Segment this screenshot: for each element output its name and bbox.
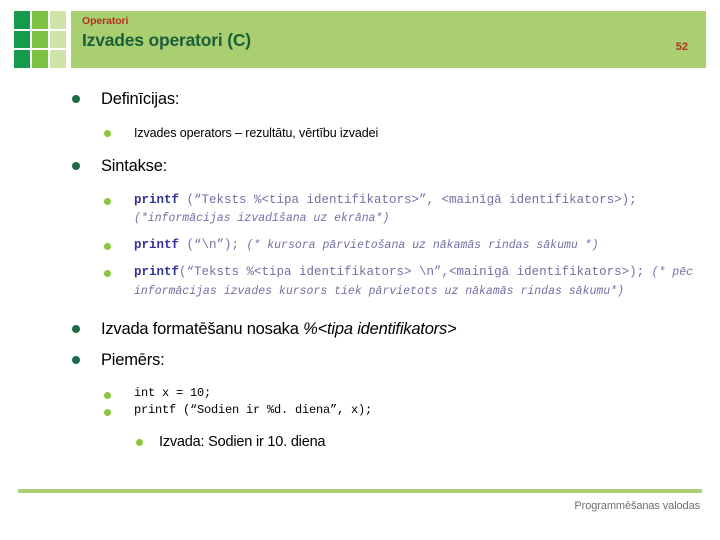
slide-number: 52 — [675, 41, 688, 53]
slide-content: Definīcijas: Izvades operators – rezultā… — [0, 88, 720, 452]
syntax-heading: Sintakse: — [101, 157, 168, 175]
output-text: Izvada: Sodien ir 10. diena — [159, 434, 326, 450]
list-item-syntax-2: printf (“\n”); (* kursora pārvietošana u… — [0, 236, 720, 255]
section-kicker: Operatori — [82, 15, 129, 27]
bullet-level2-icon — [104, 409, 111, 416]
bullet-level2-icon — [104, 130, 111, 137]
logo-cell-5 — [32, 30, 48, 49]
format-line-prefix: Izvada formatēšanu nosaka — [101, 320, 304, 338]
list-item-syntax-3: printf(“Teksts %<tipa identifikators> \n… — [0, 263, 720, 301]
bullet-level2-icon — [104, 243, 111, 250]
code-line-1: printf (“Teksts %<tipa identifikators>”,… — [134, 191, 702, 228]
example-code-1: int x = 10; — [134, 386, 212, 400]
code-comment: (*informācijas izvadīšana uz ekrāna*) — [134, 212, 390, 225]
footer-text: Programmēšanas valodas — [574, 500, 700, 512]
logo-cell-1 — [14, 11, 30, 29]
logo-cell-2 — [32, 11, 48, 29]
bullet-level3-icon — [136, 439, 143, 446]
bullet-level2-icon — [104, 198, 111, 205]
logo-cell-4 — [14, 30, 30, 49]
bullet-level1-icon — [72, 95, 80, 103]
bullet-level1-icon — [72, 325, 80, 333]
header-bar: Operatori Izvades operatori (C) 52 — [71, 11, 706, 68]
code-line-3: printf(“Teksts %<tipa identifikators> \n… — [134, 263, 702, 301]
logo-cell-3 — [50, 11, 66, 29]
list-item-examples: Piemērs: — [0, 349, 720, 371]
list-item-example-1: int x = 10; — [0, 385, 720, 402]
definitions-heading: Definīcijas: — [101, 90, 180, 108]
keyword-printf: printf — [134, 193, 180, 207]
list-item-syntax: Sintakse: — [0, 155, 720, 177]
format-line: Izvada formatēšanu nosaka %<tipa identif… — [101, 318, 457, 340]
list-item-syntax-1: printf (“Teksts %<tipa identifikators>”,… — [0, 191, 720, 228]
list-item-definition-detail: Izvades operators – rezultātu, vērtību i… — [0, 124, 720, 142]
bullet-level1-icon — [72, 162, 80, 170]
code-body: (“Teksts %<tipa identifikators> \n”,<mai… — [179, 265, 652, 279]
definition-text: Izvades operators – rezultātu, vērtību i… — [134, 126, 379, 140]
list-item-format: Izvada formatēšanu nosaka %<tipa identif… — [0, 318, 720, 340]
code-comment: (* kursora pārvietošana uz nākamās rinda… — [246, 239, 599, 252]
logo-cell-8 — [32, 50, 48, 68]
code-body: (“\n”); — [179, 238, 247, 252]
logo-cell-9 — [50, 50, 66, 68]
footer-rule — [18, 489, 702, 493]
format-specifier: %<tipa identifikators> — [303, 320, 457, 338]
list-item-output: Izvada: Sodien ir 10. diena — [0, 432, 720, 452]
example-code-2: printf (“Sodien ir %d. diena”, x); — [134, 403, 373, 417]
bullet-level2-icon — [104, 392, 111, 399]
examples-heading: Piemērs: — [101, 351, 165, 369]
slide-header: Operatori Izvades operatori (C) 52 — [14, 11, 706, 68]
logo-cell-7 — [14, 50, 30, 68]
code-body: (“Teksts %<tipa identifikators>”, <mainī… — [179, 193, 637, 207]
logo-cell-6 — [50, 30, 66, 49]
keyword-printf: printf — [134, 238, 180, 252]
green-squares-logo — [14, 11, 66, 68]
list-item-example-2: printf (“Sodien ir %d. diena”, x); — [0, 402, 720, 419]
bullet-level2-icon — [104, 270, 111, 277]
list-item-definitions: Definīcijas: — [0, 88, 720, 110]
bullet-level1-icon — [72, 356, 80, 364]
page-title: Izvades operatori (C) — [82, 30, 251, 50]
keyword-printf: printf — [134, 265, 180, 279]
code-line-2: printf (“\n”); (* kursora pārvietošana u… — [134, 236, 599, 255]
